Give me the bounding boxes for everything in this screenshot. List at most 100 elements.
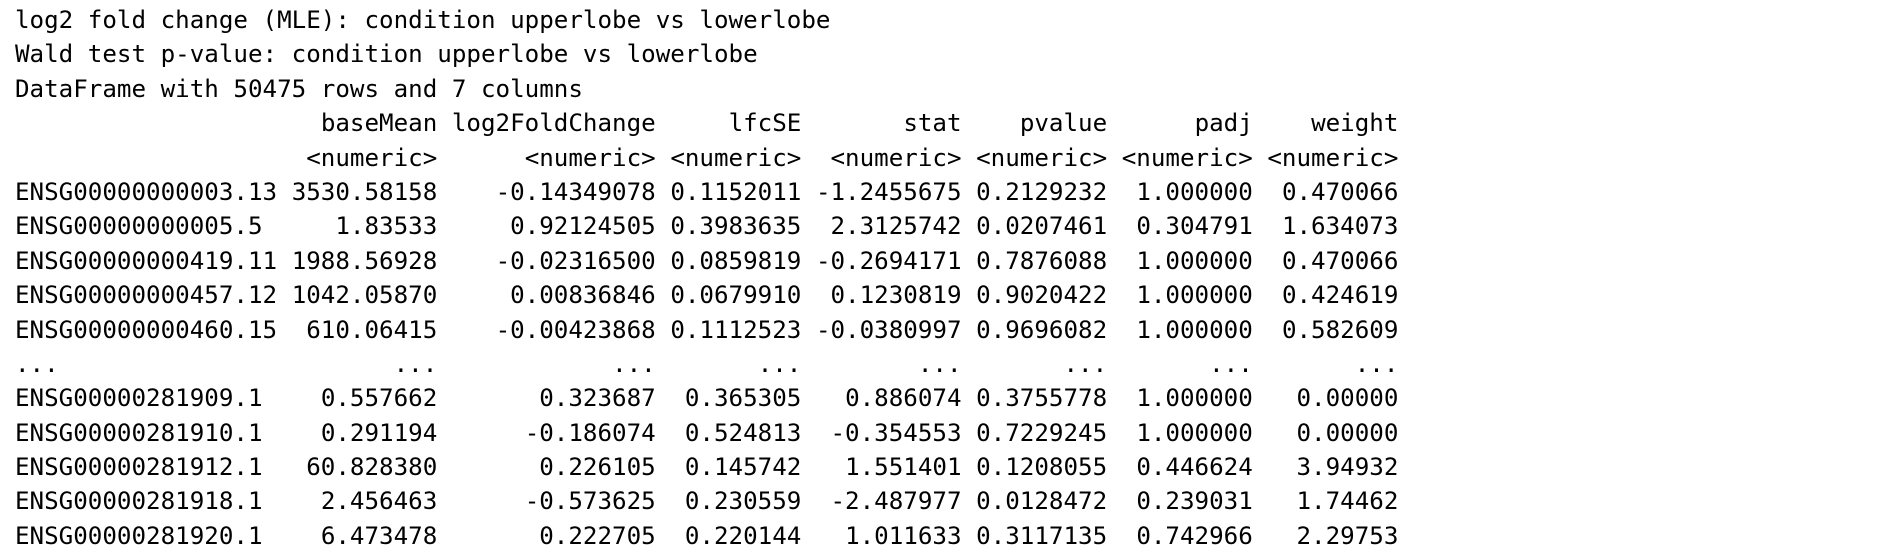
cell-value: 0.0679910 — [670, 281, 802, 310]
cell-value: 0.92124505 — [510, 212, 656, 241]
cell-value: 1.74462 — [1296, 487, 1399, 516]
cell-value: 1.000000 — [1136, 246, 1253, 275]
cell-value: 0.304791 — [1136, 212, 1253, 241]
cell-value: -0.573625 — [524, 487, 656, 516]
cell-value: 1.000000 — [1136, 384, 1253, 413]
cell-value: 0.365305 — [684, 384, 802, 413]
cell-value: 610.06415 — [306, 315, 438, 344]
r-console-output: log2 fold change (MLE): condition upperl… — [15, 3, 1398, 553]
cell-value: -0.00423868 — [495, 315, 656, 344]
column-type: <numeric> — [1267, 143, 1399, 172]
cell-value: ... — [1209, 349, 1253, 378]
cell-value: 0.00836846 — [510, 281, 656, 310]
cell-value: 1.000000 — [1136, 281, 1253, 310]
row-name: ENSG00000281912.1 — [15, 453, 263, 482]
cell-value: 0.446624 — [1136, 453, 1253, 482]
cell-value: 1.000000 — [1136, 177, 1253, 206]
cell-value: 1.634073 — [1281, 212, 1399, 241]
cell-value: 0.0207461 — [976, 212, 1108, 241]
cell-value: 0.1152011 — [670, 177, 802, 206]
cell-value: 0.886074 — [845, 384, 962, 413]
column-header: weight — [1311, 109, 1399, 138]
cell-value: 60.828380 — [306, 453, 438, 482]
cell-value: 0.0859819 — [670, 246, 802, 275]
column-type: <numeric> — [830, 143, 962, 172]
cell-value: 2.3125742 — [830, 212, 962, 241]
cell-value: 0.3755778 — [976, 384, 1108, 413]
table-row: ENSG00000000003.13 3530.58158 -0.1434907… — [15, 175, 1398, 209]
column-type: <numeric> — [306, 143, 438, 172]
table-column-types: <numeric> <numeric> <numeric> <numeric> … — [15, 141, 1398, 175]
cell-value: 3.94932 — [1296, 453, 1399, 482]
cell-value: 0.470066 — [1281, 177, 1399, 206]
cell-value: 0.230559 — [684, 487, 802, 516]
table-row: ENSG00000281920.1 6.473478 0.222705 0.22… — [15, 519, 1398, 553]
column-header: lfcSE — [728, 109, 802, 138]
cell-value: 2.456463 — [320, 487, 438, 516]
cell-value: 0.9020422 — [976, 281, 1108, 310]
cell-value: 0.220144 — [684, 521, 802, 550]
cell-value: ... — [917, 349, 962, 378]
cell-value: -2.487977 — [830, 487, 962, 516]
cell-value: 0.3983635 — [670, 212, 802, 241]
cell-value: 0.7229245 — [976, 418, 1108, 447]
cell-value: 1.000000 — [1136, 418, 1253, 447]
row-name: ENSG00000000003.13 — [15, 177, 278, 206]
row-name: ENSG00000281910.1 — [15, 418, 263, 447]
cell-value: -1.2455675 — [815, 177, 962, 206]
column-header: padj — [1194, 109, 1253, 138]
row-name: ENSG00000281920.1 — [15, 521, 263, 550]
cell-value: -0.02316500 — [495, 246, 656, 275]
column-header: log2FoldChange — [451, 109, 656, 138]
table-row: ENSG00000281910.1 0.291194 -0.186074 0.5… — [15, 416, 1398, 450]
row-name: ENSG00000000005.5 — [15, 212, 263, 241]
table-row: ENSG00000000005.5 1.83533 0.92124505 0.3… — [15, 209, 1398, 243]
column-header: pvalue — [1019, 109, 1108, 138]
cell-value: 1.000000 — [1136, 315, 1253, 344]
cell-value: 0.00000 — [1296, 418, 1399, 447]
header-line: log2 fold change (MLE): condition upperl… — [15, 3, 1398, 37]
cell-value: 0.226105 — [539, 453, 656, 482]
table-row: ENSG00000281909.1 0.557662 0.323687 0.36… — [15, 381, 1398, 415]
cell-value: 0.0128472 — [976, 487, 1108, 516]
cell-value: ... — [612, 349, 656, 378]
cell-value: 0.742966 — [1136, 521, 1253, 550]
column-type: <numeric> — [976, 143, 1108, 172]
column-header: baseMean — [320, 109, 438, 138]
cell-value: ... — [393, 349, 438, 378]
cell-value: -0.186074 — [524, 418, 656, 447]
cell-value: 2.29753 — [1296, 521, 1399, 550]
header-text: Wald test p-value: condition upperlobe v… — [15, 40, 758, 69]
cell-value: 0.470066 — [1281, 246, 1399, 275]
cell-value: 0.524813 — [684, 418, 802, 447]
table-row: ENSG00000281918.1 2.456463 -0.573625 0.2… — [15, 484, 1398, 518]
table-row: ENSG00000000419.11 1988.56928 -0.0231650… — [15, 244, 1398, 278]
cell-value: ... — [1354, 349, 1399, 378]
cell-value: -0.2694171 — [815, 246, 962, 275]
row-name: ... — [15, 349, 59, 378]
cell-value: 0.7876088 — [976, 246, 1108, 275]
header-line: Wald test p-value: condition upperlobe v… — [15, 37, 1398, 71]
cell-value: 0.582609 — [1281, 315, 1399, 344]
header-line: DataFrame with 50475 rows and 7 columns — [15, 72, 1398, 106]
row-name: ENSG00000000457.12 — [15, 281, 278, 310]
table-column-headers: baseMean log2FoldChange lfcSE stat pvalu… — [15, 106, 1399, 140]
cell-value: 1.551401 — [845, 453, 962, 482]
column-type: <numeric> — [524, 143, 656, 172]
cell-value: 0.424619 — [1281, 281, 1399, 310]
table-row: ENSG00000000457.12 1042.05870 0.00836846… — [15, 278, 1398, 312]
table-row: ENSG00000281912.1 60.828380 0.226105 0.1… — [15, 450, 1398, 484]
cell-value: 3530.58158 — [291, 177, 438, 206]
cell-value: -0.14349078 — [495, 177, 656, 206]
cell-value: 1.011633 — [845, 521, 962, 550]
table-ellipsis-row: ... ... ... ... ... ... ... ... — [15, 347, 1398, 381]
cell-value: 6.473478 — [320, 521, 438, 550]
cell-value: 0.1230819 — [830, 281, 962, 310]
cell-value: 0.3117135 — [976, 521, 1108, 550]
header-text: DataFrame with 50475 rows and 7 columns — [15, 74, 583, 103]
cell-value: 0.557662 — [320, 384, 438, 413]
cell-value: 0.222705 — [539, 521, 656, 550]
cell-value: 1.83533 — [335, 212, 438, 241]
cell-value: 0.145742 — [684, 453, 802, 482]
column-type: <numeric> — [1121, 143, 1253, 172]
